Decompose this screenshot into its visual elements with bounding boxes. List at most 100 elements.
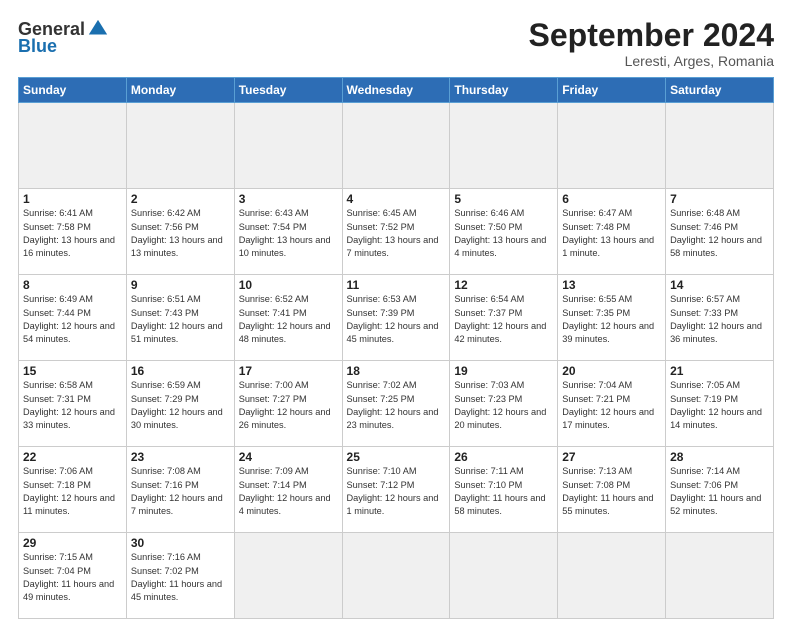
calendar-week-row: [19, 103, 774, 189]
day-info: Sunrise: 6:49 AMSunset: 7:44 PMDaylight:…: [23, 293, 122, 346]
col-monday: Monday: [126, 78, 234, 103]
col-wednesday: Wednesday: [342, 78, 450, 103]
day-number: 25: [347, 450, 446, 464]
table-row: [342, 103, 450, 189]
col-thursday: Thursday: [450, 78, 558, 103]
day-number: 23: [131, 450, 230, 464]
table-row: [666, 533, 774, 619]
table-row: [342, 533, 450, 619]
table-row: 18 Sunrise: 7:02 AMSunset: 7:25 PMDaylig…: [342, 361, 450, 447]
table-row: 17 Sunrise: 7:00 AMSunset: 7:27 PMDaylig…: [234, 361, 342, 447]
day-number: 15: [23, 364, 122, 378]
day-number: 28: [670, 450, 769, 464]
table-row: 1 Sunrise: 6:41 AMSunset: 7:58 PMDayligh…: [19, 189, 127, 275]
calendar-week-row: 15 Sunrise: 6:58 AMSunset: 7:31 PMDaylig…: [19, 361, 774, 447]
table-row: 19 Sunrise: 7:03 AMSunset: 7:23 PMDaylig…: [450, 361, 558, 447]
table-row: [558, 533, 666, 619]
table-row: 14 Sunrise: 6:57 AMSunset: 7:33 PMDaylig…: [666, 275, 774, 361]
calendar-week-row: 8 Sunrise: 6:49 AMSunset: 7:44 PMDayligh…: [19, 275, 774, 361]
day-info: Sunrise: 7:10 AMSunset: 7:12 PMDaylight:…: [347, 465, 446, 518]
table-row: 4 Sunrise: 6:45 AMSunset: 7:52 PMDayligh…: [342, 189, 450, 275]
day-info: Sunrise: 6:54 AMSunset: 7:37 PMDaylight:…: [454, 293, 553, 346]
col-tuesday: Tuesday: [234, 78, 342, 103]
table-row: 29 Sunrise: 7:15 AMSunset: 7:04 PMDaylig…: [19, 533, 127, 619]
day-info: Sunrise: 6:52 AMSunset: 7:41 PMDaylight:…: [239, 293, 338, 346]
day-number: 18: [347, 364, 446, 378]
day-number: 10: [239, 278, 338, 292]
day-info: Sunrise: 7:02 AMSunset: 7:25 PMDaylight:…: [347, 379, 446, 432]
day-number: 26: [454, 450, 553, 464]
day-number: 22: [23, 450, 122, 464]
day-info: Sunrise: 7:06 AMSunset: 7:18 PMDaylight:…: [23, 465, 122, 518]
day-info: Sunrise: 6:41 AMSunset: 7:58 PMDaylight:…: [23, 207, 122, 260]
day-number: 30: [131, 536, 230, 550]
day-info: Sunrise: 6:45 AMSunset: 7:52 PMDaylight:…: [347, 207, 446, 260]
location-subtitle: Leresti, Arges, Romania: [529, 53, 774, 69]
day-info: Sunrise: 6:53 AMSunset: 7:39 PMDaylight:…: [347, 293, 446, 346]
table-row: 9 Sunrise: 6:51 AMSunset: 7:43 PMDayligh…: [126, 275, 234, 361]
table-row: [666, 103, 774, 189]
day-info: Sunrise: 7:16 AMSunset: 7:02 PMDaylight:…: [131, 551, 230, 604]
logo-blue-text: Blue: [18, 36, 57, 57]
day-info: Sunrise: 7:08 AMSunset: 7:16 PMDaylight:…: [131, 465, 230, 518]
day-info: Sunrise: 6:46 AMSunset: 7:50 PMDaylight:…: [454, 207, 553, 260]
table-row: 3 Sunrise: 6:43 AMSunset: 7:54 PMDayligh…: [234, 189, 342, 275]
day-info: Sunrise: 7:03 AMSunset: 7:23 PMDaylight:…: [454, 379, 553, 432]
day-number: 3: [239, 192, 338, 206]
table-row: 16 Sunrise: 6:59 AMSunset: 7:29 PMDaylig…: [126, 361, 234, 447]
day-number: 12: [454, 278, 553, 292]
table-row: 27 Sunrise: 7:13 AMSunset: 7:08 PMDaylig…: [558, 447, 666, 533]
table-row: [19, 103, 127, 189]
table-row: 10 Sunrise: 6:52 AMSunset: 7:41 PMDaylig…: [234, 275, 342, 361]
calendar-header-row: Sunday Monday Tuesday Wednesday Thursday…: [19, 78, 774, 103]
calendar-week-row: 29 Sunrise: 7:15 AMSunset: 7:04 PMDaylig…: [19, 533, 774, 619]
title-section: September 2024 Leresti, Arges, Romania: [529, 18, 774, 69]
table-row: 28 Sunrise: 7:14 AMSunset: 7:06 PMDaylig…: [666, 447, 774, 533]
day-info: Sunrise: 7:13 AMSunset: 7:08 PMDaylight:…: [562, 465, 661, 518]
day-info: Sunrise: 7:00 AMSunset: 7:27 PMDaylight:…: [239, 379, 338, 432]
table-row: 24 Sunrise: 7:09 AMSunset: 7:14 PMDaylig…: [234, 447, 342, 533]
day-number: 19: [454, 364, 553, 378]
table-row: [450, 103, 558, 189]
logo: General Blue: [18, 18, 109, 57]
table-row: 20 Sunrise: 7:04 AMSunset: 7:21 PMDaylig…: [558, 361, 666, 447]
calendar-table: Sunday Monday Tuesday Wednesday Thursday…: [18, 77, 774, 619]
day-number: 16: [131, 364, 230, 378]
day-number: 7: [670, 192, 769, 206]
table-row: 5 Sunrise: 6:46 AMSunset: 7:50 PMDayligh…: [450, 189, 558, 275]
table-row: 11 Sunrise: 6:53 AMSunset: 7:39 PMDaylig…: [342, 275, 450, 361]
day-info: Sunrise: 7:11 AMSunset: 7:10 PMDaylight:…: [454, 465, 553, 518]
header: General Blue September 2024 Leresti, Arg…: [18, 18, 774, 69]
day-info: Sunrise: 7:05 AMSunset: 7:19 PMDaylight:…: [670, 379, 769, 432]
table-row: 2 Sunrise: 6:42 AMSunset: 7:56 PMDayligh…: [126, 189, 234, 275]
month-title: September 2024: [529, 18, 774, 53]
logo-icon: [87, 18, 109, 40]
table-row: 15 Sunrise: 6:58 AMSunset: 7:31 PMDaylig…: [19, 361, 127, 447]
day-number: 1: [23, 192, 122, 206]
page: General Blue September 2024 Leresti, Arg…: [0, 0, 792, 612]
table-row: 21 Sunrise: 7:05 AMSunset: 7:19 PMDaylig…: [666, 361, 774, 447]
day-number: 13: [562, 278, 661, 292]
day-number: 24: [239, 450, 338, 464]
day-info: Sunrise: 6:42 AMSunset: 7:56 PMDaylight:…: [131, 207, 230, 260]
day-info: Sunrise: 6:43 AMSunset: 7:54 PMDaylight:…: [239, 207, 338, 260]
day-number: 9: [131, 278, 230, 292]
day-info: Sunrise: 6:57 AMSunset: 7:33 PMDaylight:…: [670, 293, 769, 346]
table-row: 25 Sunrise: 7:10 AMSunset: 7:12 PMDaylig…: [342, 447, 450, 533]
day-number: 6: [562, 192, 661, 206]
day-number: 17: [239, 364, 338, 378]
day-info: Sunrise: 6:59 AMSunset: 7:29 PMDaylight:…: [131, 379, 230, 432]
calendar-week-row: 1 Sunrise: 6:41 AMSunset: 7:58 PMDayligh…: [19, 189, 774, 275]
table-row: 6 Sunrise: 6:47 AMSunset: 7:48 PMDayligh…: [558, 189, 666, 275]
day-number: 5: [454, 192, 553, 206]
table-row: 13 Sunrise: 6:55 AMSunset: 7:35 PMDaylig…: [558, 275, 666, 361]
table-row: 7 Sunrise: 6:48 AMSunset: 7:46 PMDayligh…: [666, 189, 774, 275]
day-number: 2: [131, 192, 230, 206]
day-number: 21: [670, 364, 769, 378]
table-row: [234, 103, 342, 189]
day-number: 20: [562, 364, 661, 378]
table-row: [558, 103, 666, 189]
table-row: [450, 533, 558, 619]
calendar-week-row: 22 Sunrise: 7:06 AMSunset: 7:18 PMDaylig…: [19, 447, 774, 533]
table-row: 22 Sunrise: 7:06 AMSunset: 7:18 PMDaylig…: [19, 447, 127, 533]
